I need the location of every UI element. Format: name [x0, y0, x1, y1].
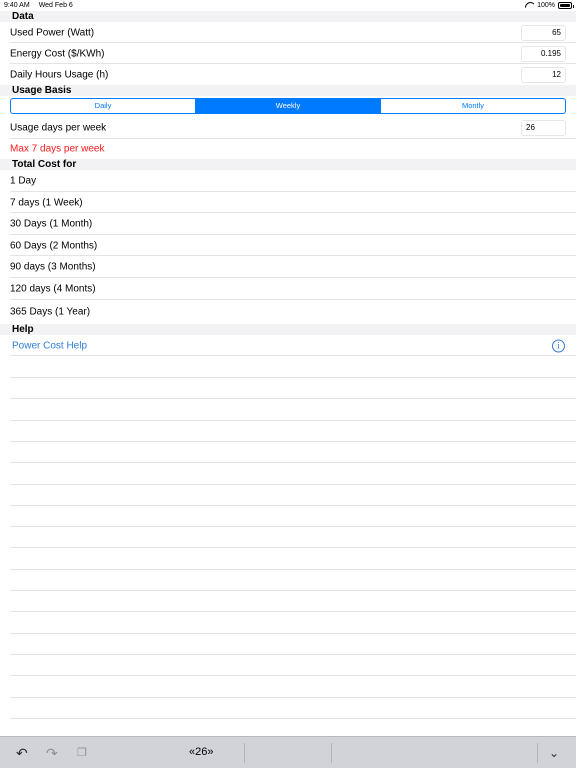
empty-row-separator — [10, 504, 576, 506]
empty-row-separator — [10, 696, 576, 698]
daily-hours-row: Daily Hours Usage (h) 12 — [0, 64, 576, 85]
section-header-total-cost: Total Cost for — [0, 159, 576, 170]
empty-row-separator — [10, 547, 576, 549]
empty-row-separator — [10, 526, 576, 528]
cost-row-label: 90 days (3 Months) — [10, 261, 96, 273]
section-header-help: Help — [0, 324, 576, 335]
used-power-label: Used Power (Watt) — [10, 27, 95, 38]
cost-row: 90 days (3 Months) — [0, 256, 576, 278]
segment-daily[interactable]: Daily — [11, 99, 196, 113]
usage-days-row: Usage days per week 26 — [0, 117, 576, 139]
info-icon[interactable]: i — [552, 339, 565, 352]
cost-row: 60 Days (2 Months) — [0, 235, 576, 256]
energy-cost-input[interactable]: 0.195 — [521, 45, 566, 62]
cost-row-label: 7 days (1 Week) — [10, 197, 83, 208]
cost-row-label: 120 days (4 Monts) — [10, 283, 96, 295]
status-time: 9:40 AM — [4, 2, 30, 9]
cost-row: 365 Days (1 Year) — [0, 300, 576, 324]
energy-cost-row: Energy Cost ($/KWh) 0.195 — [0, 43, 576, 64]
empty-row-separator — [10, 483, 576, 485]
empty-row-separator — [10, 653, 576, 655]
empty-row-separator — [10, 398, 576, 400]
cost-row: 120 days (4 Monts) — [0, 278, 576, 300]
empty-table-area — [10, 356, 576, 741]
empty-row-separator — [10, 419, 576, 421]
cost-row-label: 365 Days (1 Year) — [10, 306, 91, 318]
cost-row: 30 Days (1 Month) — [0, 213, 576, 235]
warning-row: Max 7 days per week — [0, 139, 576, 159]
status-date: Wed Feb 6 — [38, 2, 73, 9]
undo-icon[interactable]: ↶ — [16, 745, 28, 761]
usage-basis-segmented-control: Daily Weekly Montly — [10, 98, 566, 114]
status-bar: 9:40 AM Wed Feb 6 100% — [0, 0, 576, 11]
used-power-input[interactable]: 65 — [521, 24, 566, 41]
empty-row-separator — [10, 611, 576, 613]
section-header-data: Data — [0, 11, 576, 22]
segment-monthly[interactable]: Montly — [381, 99, 565, 113]
usage-days-input[interactable]: 26 — [521, 120, 566, 136]
cost-row: 7 days (1 Week) — [0, 192, 576, 213]
empty-row-separator — [10, 717, 576, 719]
empty-row-separator — [10, 590, 576, 591]
paste-icon[interactable]: ❐ — [77, 745, 87, 761]
max-days-warning: Max 7 days per week — [10, 143, 105, 155]
cost-row: 1 Day — [0, 170, 576, 192]
empty-row-separator — [10, 440, 576, 442]
keyboard-toolbar: ↶ ↷ ❐ «26» ⌄ — [0, 736, 576, 768]
used-power-row: Used Power (Watt) 65 — [0, 22, 576, 43]
segment-weekly[interactable]: Weekly — [196, 99, 381, 113]
cost-row-label: 1 Day — [10, 175, 37, 187]
power-cost-help-link[interactable]: Power Cost Help — [12, 340, 87, 351]
daily-hours-input[interactable]: 12 — [521, 66, 566, 83]
empty-row-separator — [10, 568, 576, 570]
hide-keyboard-icon[interactable]: ⌄ — [549, 745, 559, 761]
empty-row-separator — [10, 632, 576, 634]
battery-icon — [558, 2, 574, 9]
daily-hours-label: Daily Hours Usage (h) — [10, 69, 109, 80]
help-row[interactable]: Power Cost Help i — [0, 335, 576, 356]
battery-percent: 100% — [537, 2, 555, 9]
autocorrect-suggestion[interactable]: «26» — [189, 746, 213, 758]
cost-row-label: 60 Days (2 Months) — [10, 240, 98, 251]
energy-cost-label: Energy Cost ($/KWh) — [10, 48, 105, 59]
redo-icon[interactable]: ↷ — [46, 745, 58, 761]
empty-row-separator — [10, 462, 576, 464]
empty-row-separator — [10, 377, 576, 378]
wifi-icon — [525, 2, 534, 9]
usage-days-label: Usage days per week — [10, 122, 107, 134]
empty-row-separator — [10, 675, 576, 677]
cost-row-label: 30 Days (1 Month) — [10, 218, 93, 230]
section-header-usage-basis: Usage Basis — [0, 85, 576, 96]
